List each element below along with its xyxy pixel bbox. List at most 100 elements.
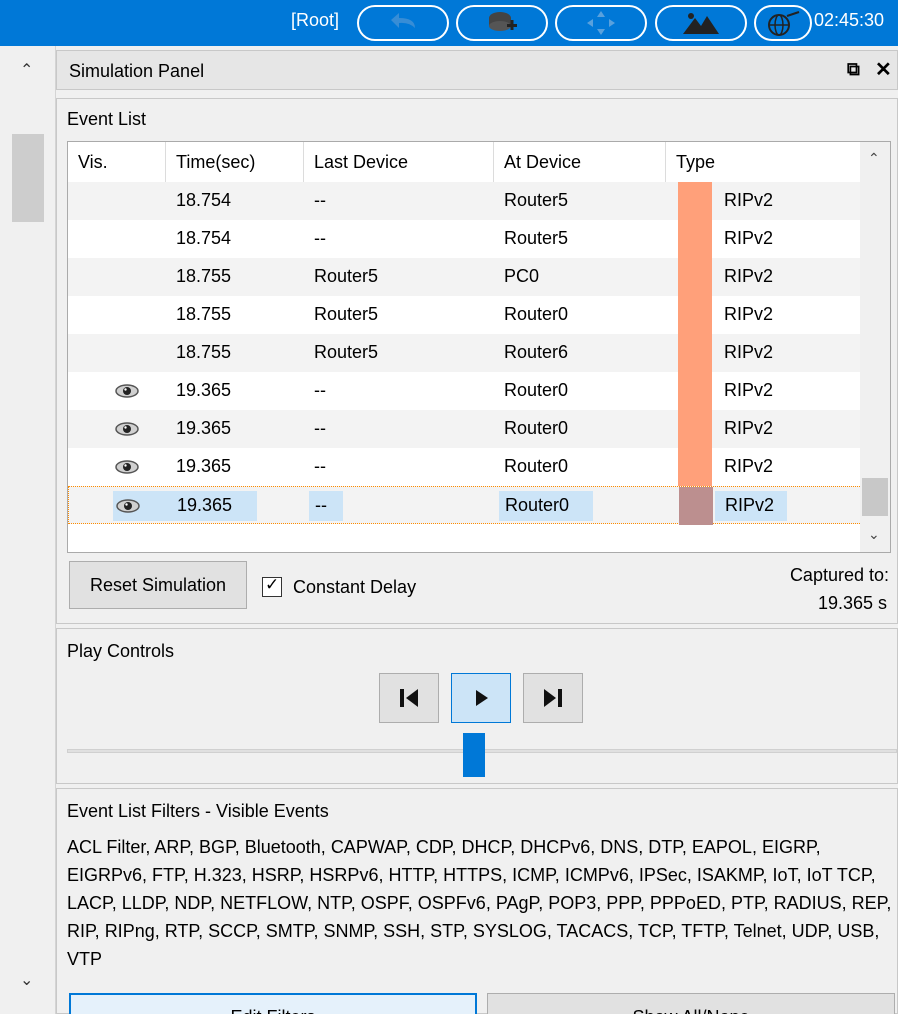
slider-thumb[interactable] [462,733,485,777]
scroll-up-icon[interactable]: ⌃ [868,150,880,167]
undo-icon [391,13,415,28]
captured-to-value: 19.365 s [817,593,887,613]
constant-delay-checkbox[interactable]: ✓ [262,575,282,597]
table-row[interactable]: 19.365 -- Router0 RIPv2 [68,410,862,448]
column-header-type[interactable]: Type [666,142,862,182]
undock-icon[interactable]: ⧉ [847,59,860,80]
network-globe-button[interactable] [754,5,812,41]
show-all-none-button[interactable]: Show All/None [487,993,895,1014]
event-last-device: -- [314,190,326,210]
scroll-down-icon[interactable]: ⌄ [20,970,33,990]
event-type: RIPv2 [724,190,774,210]
event-type: RIPv2 [724,304,774,324]
event-last-device: Router5 [314,304,379,324]
simulation-panel-header: Simulation Panel ⧉ ✕ [56,50,898,90]
event-time: 18.755 [176,304,232,324]
event-type-color [678,296,712,334]
move-icon [587,11,615,35]
table-row[interactable]: 19.365 -- Router0 RIPv2 [68,448,862,486]
edit-filters-button[interactable]: Edit Filters [69,993,477,1014]
filters-title: Event List Filters - Visible Events [67,801,329,821]
constant-delay-label[interactable]: Constant Delay [293,577,416,598]
play-icon [476,690,488,706]
panel-title: Simulation Panel [69,61,205,81]
eye-icon [115,384,139,398]
column-header-at-device[interactable]: At Device [494,142,666,182]
event-last-device: Router5 [314,266,379,286]
event-time: 18.755 [176,266,232,286]
table-header: Vis. Time(sec) Last Device At Device Typ… [68,142,862,182]
eye-icon [115,422,139,436]
event-type-color [678,334,712,372]
event-time: 19.365 [176,456,232,476]
checkmark-icon: ✓ [265,575,280,594]
add-device-icon [489,12,517,31]
step-forward-button[interactable] [523,673,583,723]
table-row[interactable]: 18.755 Router5 Router6 RIPv2 [68,334,862,372]
event-at-device: Router5 [504,190,569,210]
table-row[interactable]: 19.365 -- Router0 RIPv2 [68,372,862,410]
add-device-button[interactable] [456,5,548,41]
mountain-icon [683,13,719,34]
event-type-color [678,410,712,448]
move-button[interactable] [555,5,647,41]
eye-icon [116,499,140,513]
event-time: 18.754 [176,190,232,210]
column-header-vis[interactable]: Vis. [68,142,166,182]
event-type-color [678,372,712,410]
event-time: 18.754 [176,228,232,248]
undo-button[interactable] [357,5,449,41]
event-type: RIPv2 [724,228,774,248]
step-back-button[interactable] [379,673,439,723]
event-table: Vis. Time(sec) Last Device At Device Typ… [67,141,891,553]
scroll-up-icon[interactable]: ⌃ [20,60,33,80]
event-time: 19.365 [176,380,232,400]
event-type: RIPv2 [724,380,774,400]
event-type-color [679,487,713,525]
scroll-thumb[interactable] [862,478,888,516]
event-type: RIPv2 [725,495,775,515]
visible-events-list: ACL Filter, ARP, BGP, Bluetooth, CAPWAP,… [67,837,892,969]
root-label[interactable]: [Root] [291,10,339,31]
event-at-device: Router0 [504,380,569,400]
column-header-last-device[interactable]: Last Device [304,142,494,182]
event-type: RIPv2 [724,266,774,286]
event-table-scrollbar[interactable]: ⌃ ⌄ [860,142,890,552]
event-at-device: Router0 [505,495,570,515]
event-last-device: -- [314,380,326,400]
terrain-button[interactable] [655,5,747,41]
play-button[interactable] [451,673,511,723]
event-last-device: Router5 [314,342,379,362]
table-row[interactable]: 19.365 -- Router0 RIPv2 [68,486,862,525]
table-row[interactable]: 18.755 Router5 Router0 RIPv2 [68,296,862,334]
event-list-title: Event List [67,109,147,129]
event-at-device: Router0 [504,456,569,476]
event-type: RIPv2 [724,456,774,476]
column-header-time[interactable]: Time(sec) [166,142,304,182]
event-at-device: Router0 [504,418,569,438]
event-time: 19.365 [177,495,233,515]
table-row[interactable]: 18.754 -- Router5 RIPv2 [68,220,862,258]
event-last-device: -- [315,495,327,515]
step-forward-icon [544,689,562,707]
event-type-color [678,258,712,296]
event-type: RIPv2 [724,418,774,438]
left-scrollbar[interactable]: ⌃ ⌄ [0,46,56,1014]
scroll-thumb[interactable] [12,134,44,222]
event-type-color [678,182,712,220]
table-row[interactable]: 18.754 -- Router5 RIPv2 [68,182,862,220]
event-list-section: Event List Vis. Time(sec) Last Device At… [56,98,898,624]
close-icon[interactable]: ✕ [875,57,892,82]
event-type: RIPv2 [724,342,774,362]
play-controls-section: Play Controls [56,628,898,784]
simulation-clock: 02:45:30 [814,10,885,30]
reset-simulation-button[interactable]: Reset Simulation [69,561,247,609]
scroll-down-icon[interactable]: ⌄ [868,526,880,543]
event-time: 18.755 [176,342,232,362]
eye-icon [115,460,139,474]
table-row[interactable]: 18.755 Router5 PC0 RIPv2 [68,258,862,296]
event-time: 19.365 [176,418,232,438]
captured-to-label: Captured to: [789,565,889,585]
event-type-color [678,220,712,258]
play-controls-title: Play Controls [67,641,175,661]
